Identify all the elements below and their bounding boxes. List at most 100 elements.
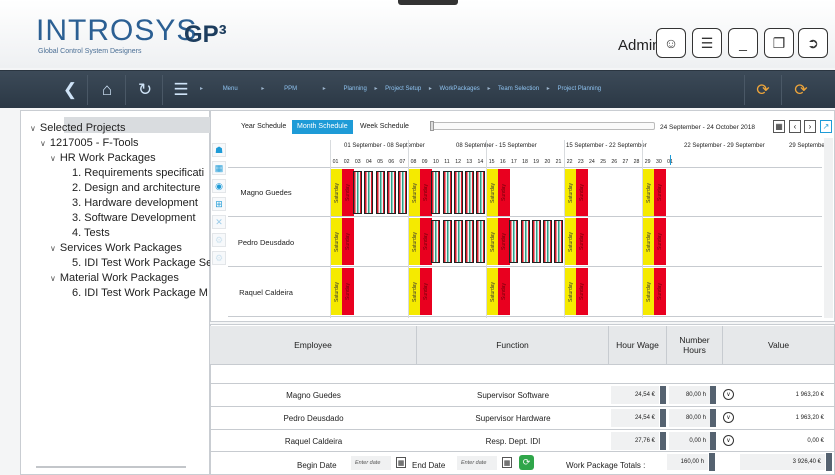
- breadcrumb-menu[interactable]: Menu: [223, 86, 238, 92]
- tree-item[interactable]: 3. Hardware development: [72, 196, 198, 210]
- work-block[interactable]: [397, 171, 407, 214]
- hours-spinner[interactable]: [710, 386, 716, 404]
- tree-item[interactable]: 1. Requirements specificati: [72, 166, 210, 180]
- hours-spinner[interactable]: [710, 432, 716, 450]
- timeline-slider[interactable]: [430, 122, 655, 130]
- work-block[interactable]: [453, 220, 463, 263]
- next-icon[interactable]: ›: [804, 120, 816, 133]
- logout-icon[interactable]: ➲: [798, 28, 828, 58]
- tab-year-schedule[interactable]: Year Schedule: [236, 120, 291, 134]
- today-marker: [670, 155, 671, 165]
- expand-icon[interactable]: ∨: [723, 412, 734, 423]
- work-block[interactable]: [475, 171, 485, 214]
- total-value-spinner[interactable]: [826, 453, 832, 471]
- database-icon[interactable]: ☰: [692, 28, 722, 58]
- wage-spinner[interactable]: [660, 432, 666, 450]
- work-block[interactable]: [375, 171, 385, 214]
- close-icon[interactable]: ✕: [212, 215, 226, 229]
- window-grip[interactable]: [398, 0, 458, 5]
- tree-scrollbar[interactable]: [36, 466, 186, 468]
- tab-month-schedule[interactable]: Month Schedule: [292, 120, 353, 134]
- hierarchy-icon[interactable]: ⊞: [212, 197, 226, 211]
- external-icon[interactable]: ↗: [820, 120, 832, 133]
- restore-icon[interactable]: ❐: [764, 28, 794, 58]
- tree-project[interactable]: ∨ 1217005 - F-Tools: [40, 136, 139, 150]
- refresh-icon[interactable]: ↻: [132, 77, 158, 103]
- tree-group-material[interactable]: ∨ Material Work Packages: [50, 271, 179, 285]
- eye-icon[interactable]: ◉: [212, 179, 226, 193]
- prev-icon[interactable]: ‹: [789, 120, 801, 133]
- menu-icon[interactable]: ☰: [168, 77, 194, 103]
- back-icon[interactable]: ❮: [57, 77, 83, 103]
- expand-icon[interactable]: ∨: [723, 389, 734, 400]
- col-hour-wage: Hour Wage: [609, 326, 667, 364]
- tree-item[interactable]: 4. Tests: [72, 226, 110, 240]
- work-block[interactable]: [353, 171, 363, 214]
- week-header: 29 September: [789, 143, 827, 149]
- breadcrumb-project-planning[interactable]: Project Planning: [557, 86, 601, 92]
- week-header: 15 September - 22 September: [566, 143, 647, 149]
- minimize-icon[interactable]: _: [728, 28, 758, 58]
- settings-alt-icon[interactable]: ⚙: [212, 251, 226, 265]
- apply-dates-button[interactable]: ⟳: [519, 455, 534, 470]
- begin-date-input[interactable]: Enter date: [351, 456, 391, 470]
- tree-item[interactable]: 2. Design and architecture: [72, 181, 200, 195]
- work-block[interactable]: [442, 171, 452, 214]
- tree-group-services[interactable]: ∨ Services Work Packages: [50, 241, 182, 255]
- wage-cell[interactable]: 27,76 €: [611, 432, 659, 450]
- expand-icon[interactable]: ∨: [723, 435, 734, 446]
- work-block[interactable]: [442, 220, 452, 263]
- calendar-icon[interactable]: ▦: [773, 120, 785, 133]
- hours-cell[interactable]: 80,00 h: [669, 409, 710, 427]
- work-block[interactable]: [464, 171, 474, 214]
- work-block[interactable]: [542, 220, 552, 263]
- total-hours-spinner[interactable]: [709, 453, 715, 471]
- tree-item[interactable]: 6. IDI Test Work Package M: [72, 286, 210, 300]
- settings-refresh-icon[interactable]: ⟳: [750, 77, 776, 103]
- settings-add-icon[interactable]: ⟳: [788, 77, 814, 103]
- breadcrumb-team-selection[interactable]: Team Selection: [498, 86, 539, 92]
- wage-cell[interactable]: 24,54 €: [611, 409, 659, 427]
- day-number: 09: [421, 159, 428, 165]
- tree-item[interactable]: 3. Software Development: [72, 211, 196, 225]
- hours-spinner[interactable]: [710, 409, 716, 427]
- breadcrumb-workpackages[interactable]: WorkPackages: [440, 86, 480, 92]
- tree-icon[interactable]: ▦: [212, 161, 226, 175]
- work-block[interactable]: [364, 171, 374, 214]
- schedule-scrollbar[interactable]: [824, 138, 833, 318]
- tree-group-hr[interactable]: ∨ HR Work Packages: [50, 151, 156, 165]
- work-block[interactable]: [431, 220, 441, 263]
- week-header: 08 September - 15 September: [456, 143, 537, 149]
- end-date-input[interactable]: Enter date: [457, 456, 497, 470]
- settings-icon[interactable]: ⚙: [212, 233, 226, 247]
- wage-spinner[interactable]: [660, 409, 666, 427]
- work-block[interactable]: [386, 171, 396, 214]
- home-icon[interactable]: ⌂: [94, 77, 120, 103]
- breadcrumb-ppm[interactable]: PPM: [284, 86, 297, 92]
- work-block[interactable]: [509, 220, 519, 263]
- work-block[interactable]: [453, 171, 463, 214]
- home-icon[interactable]: ☗: [212, 143, 226, 157]
- breadcrumb-project-setup[interactable]: Project Setup: [385, 86, 421, 92]
- work-block[interactable]: [520, 220, 530, 263]
- tree-item[interactable]: 5. IDI Test Work Package Se: [72, 256, 210, 270]
- hours-cell[interactable]: 80,00 h: [669, 386, 710, 404]
- user-icon[interactable]: ☺: [656, 28, 686, 58]
- work-block[interactable]: [554, 220, 563, 263]
- work-block[interactable]: [431, 171, 441, 214]
- wage-cell[interactable]: 24,54 €: [611, 386, 659, 404]
- work-block[interactable]: [464, 220, 474, 263]
- breadcrumb-planning[interactable]: Planning: [343, 86, 366, 92]
- work-block[interactable]: [475, 220, 485, 263]
- wage-spinner[interactable]: [660, 386, 666, 404]
- end-calendar-icon[interactable]: ▦: [502, 457, 512, 468]
- timeline-slider-handle[interactable]: [430, 121, 434, 131]
- tree-root[interactable]: ∨ Selected Projects: [30, 121, 125, 135]
- work-block[interactable]: [531, 220, 541, 263]
- sunday-cell: Sunday: [342, 218, 355, 265]
- begin-calendar-icon[interactable]: ▦: [396, 457, 406, 468]
- tree-project-label: 1217005 - F-Tools: [49, 137, 139, 149]
- tab-week-schedule[interactable]: Week Schedule: [355, 120, 414, 134]
- employee-label: Raquel Caldeira: [239, 288, 293, 297]
- hours-cell[interactable]: 0,00 h: [669, 432, 710, 450]
